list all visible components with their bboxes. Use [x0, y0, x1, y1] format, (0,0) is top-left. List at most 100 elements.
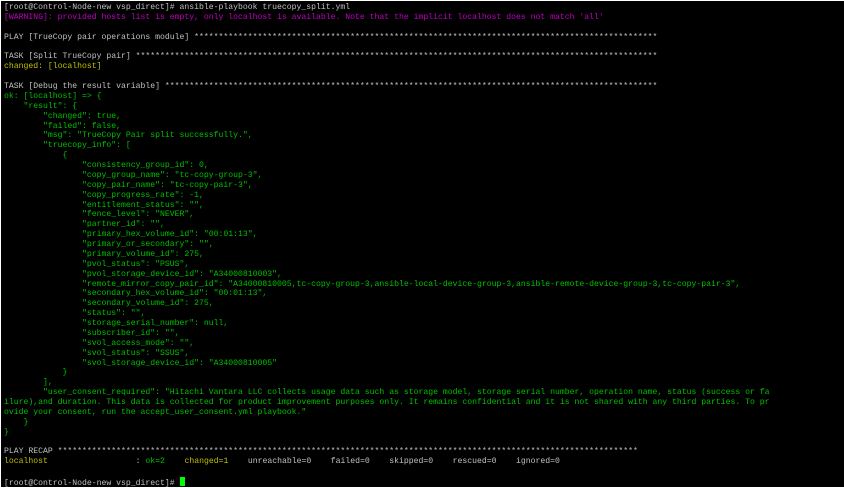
terminal-line: "primary_hex_volume_id": "00:01:13",: [4, 230, 844, 240]
terminal-line: "primary_or_secondary": "",: [4, 240, 844, 250]
terminal-line: "user_consent_required": "Hitachi Vantar…: [4, 388, 844, 398]
terminal-line: PLAY RECAP *****************************…: [4, 447, 844, 457]
terminal-line: "status": "",: [4, 309, 844, 319]
terminal-line: "pvol_storage_device_id": "A34000810003"…: [4, 270, 844, 280]
terminal-line: [root@Control-Node-new vsp_direct]#: [4, 477, 844, 487]
terminal-text: PLAY RECAP *****************************…: [4, 447, 638, 457]
terminal-line: "copy_progress_rate": -1,: [4, 191, 844, 201]
terminal-text: "secondary_hex_volume_id": "00:01:13",: [4, 289, 268, 299]
terminal-text: changed=1: [184, 457, 229, 467]
terminal-line: "secondary_volume_id": 275,: [4, 299, 844, 309]
terminal-text: "user_consent_required": "Hitachi Vantar…: [4, 388, 770, 398]
terminal-text: ilure),and duration. This data is collec…: [4, 398, 770, 407]
terminal-line: ok: [localhost] => {: [4, 92, 844, 102]
terminal-line: changed: [localhost]: [4, 62, 844, 72]
terminal-window[interactable]: [root@Control-Node-new vsp_direct]# ansi…: [1, 1, 844, 487]
terminal-line: "svol_access_mode": "",: [4, 339, 844, 349]
terminal-line: }: [4, 418, 844, 428]
terminal-line: [WARNING]: provided hosts list is empty,…: [4, 13, 844, 23]
terminal-text: "partner_id": "",: [4, 220, 165, 230]
terminal-text: "truecopy_info": [: [4, 141, 131, 151]
terminal-text: "subscriber_id": "",: [4, 328, 180, 338]
terminal-text: "secondary_volume_id": 275,: [4, 299, 214, 309]
terminal-text: "primary_volume_id": 275,: [4, 249, 204, 259]
terminal-line: "remote_mirror_copy_pair_id": "A34000810…: [4, 280, 844, 290]
terminal-text: "copy_progress_rate": -1,: [4, 190, 204, 200]
terminal-text: [WARNING]: provided hosts list is empty,…: [4, 12, 604, 22]
terminal-text: "changed": true,: [4, 111, 122, 121]
terminal-text: }: [4, 368, 68, 378]
terminal-text: localhost: [4, 457, 48, 467]
terminal-line: "consistency_group_id": 0,: [4, 161, 844, 171]
terminal-text: ],: [4, 378, 53, 388]
terminal-line: }: [4, 368, 844, 378]
terminal-text: "svol_access_mode": "",: [4, 338, 195, 348]
terminal-text: }: [4, 427, 9, 437]
terminal-line: "copy_pair_name": "tc-copy-pair-3",: [4, 181, 844, 191]
terminal-text: [root@Control-Node-new vsp_direct]# ansi…: [4, 3, 351, 12]
terminal-line: "copy_group_name": "tc-copy-group-3",: [4, 171, 844, 181]
terminal-line: "msg": "TrueCopy Pair split successfully…: [4, 131, 844, 141]
terminal-line: }: [4, 428, 844, 438]
terminal-text: "pvol_storage_device_id": "A34000810003"…: [4, 269, 282, 279]
terminal-line: ovide your consent, run the accept_user_…: [4, 408, 844, 418]
terminal-text: "copy_pair_name": "tc-copy-pair-3",: [4, 180, 253, 190]
terminal-line: "secondary_hex_volume_id": "00:01:13",: [4, 289, 844, 299]
terminal-line: [root@Control-Node-new vsp_direct]# ansi…: [4, 3, 844, 13]
terminal-line: ilure),and duration. This data is collec…: [4, 398, 844, 408]
terminal-line: "entitlement_status": "",: [4, 201, 844, 211]
terminal-line: "storage_serial_number": null,: [4, 319, 844, 329]
terminal-text: unreachable=0 failed=0 skipped=0 rescued…: [228, 457, 560, 467]
terminal-text: "consistency_group_id": 0,: [4, 161, 209, 170]
terminal-line: "svol_storage_device_id": "A34000810005": [4, 359, 844, 369]
terminal-line: TASK [Split TrueCopy pair] *************…: [4, 52, 844, 62]
terminal-line: "partner_id": "",: [4, 220, 844, 230]
terminal-line: "result": {: [4, 102, 844, 112]
terminal-output: [root@Control-Node-new vsp_direct]# ansi…: [4, 3, 844, 487]
terminal-text: "pvol_status": "PSUS",: [4, 259, 190, 269]
terminal-text: changed: [localhost]: [4, 62, 102, 72]
terminal-text: "copy_group_name": "tc-copy-group-3",: [4, 170, 263, 180]
terminal-line: "subscriber_id": "",: [4, 329, 844, 339]
terminal-text: "msg": "TrueCopy Pair split successfully…: [4, 131, 253, 141]
terminal-cursor: [179, 477, 185, 486]
terminal-text: ovide your consent, run the accept_user_…: [4, 407, 307, 417]
terminal-text: {: [4, 151, 68, 161]
terminal-text: "fence_level": "NEVER",: [4, 210, 195, 220]
terminal-text: "primary_hex_volume_id": "00:01:13",: [4, 230, 258, 240]
terminal-line: "svol_status": "SSUS",: [4, 349, 844, 359]
terminal-line: "fence_level": "NEVER",: [4, 210, 844, 220]
terminal-text: "failed": false,: [4, 121, 122, 131]
terminal-text: "svol_storage_device_id": "A34000810005": [4, 358, 278, 368]
terminal-text: "status": "",: [4, 309, 146, 319]
terminal-line: TASK [Debug the result variable] *******…: [4, 82, 844, 92]
terminal-text: ok: [localhost] => {: [4, 91, 102, 101]
terminal-text: }: [4, 417, 29, 427]
terminal-line: localhost : ok=2 changed=1 unreachable=0…: [4, 457, 844, 467]
terminal-text: ok=2: [145, 457, 165, 467]
terminal-line: PLAY [TrueCopy pair operations module] *…: [4, 33, 844, 43]
terminal-line: "changed": true,: [4, 112, 844, 122]
terminal-line: {: [4, 151, 844, 161]
terminal-text: "entitlement_status": "",: [4, 200, 204, 210]
terminal-line: ],: [4, 378, 844, 388]
terminal-text: TASK [Debug the result variable] *******…: [4, 82, 658, 91]
terminal-line: "failed": false,: [4, 122, 844, 132]
terminal-text: "result": {: [4, 101, 78, 111]
terminal-line: "pvol_status": "PSUS",: [4, 260, 844, 270]
terminal-text: "remote_mirror_copy_pair_id": "A34000810…: [4, 279, 741, 289]
terminal-text: :: [47, 457, 146, 467]
terminal-text: TASK [Split TrueCopy pair] *************…: [4, 52, 658, 62]
terminal-line: "primary_volume_id": 275,: [4, 250, 844, 260]
terminal-text: "svol_status": "SSUS",: [4, 348, 190, 358]
terminal-text: "storage_serial_number": null,: [4, 319, 229, 328]
terminal-text: [root@Control-Node-new vsp_direct]#: [4, 479, 180, 487]
terminal-text: PLAY [TrueCopy pair operations module] *…: [4, 32, 658, 42]
terminal-line: "truecopy_info": [: [4, 141, 844, 151]
